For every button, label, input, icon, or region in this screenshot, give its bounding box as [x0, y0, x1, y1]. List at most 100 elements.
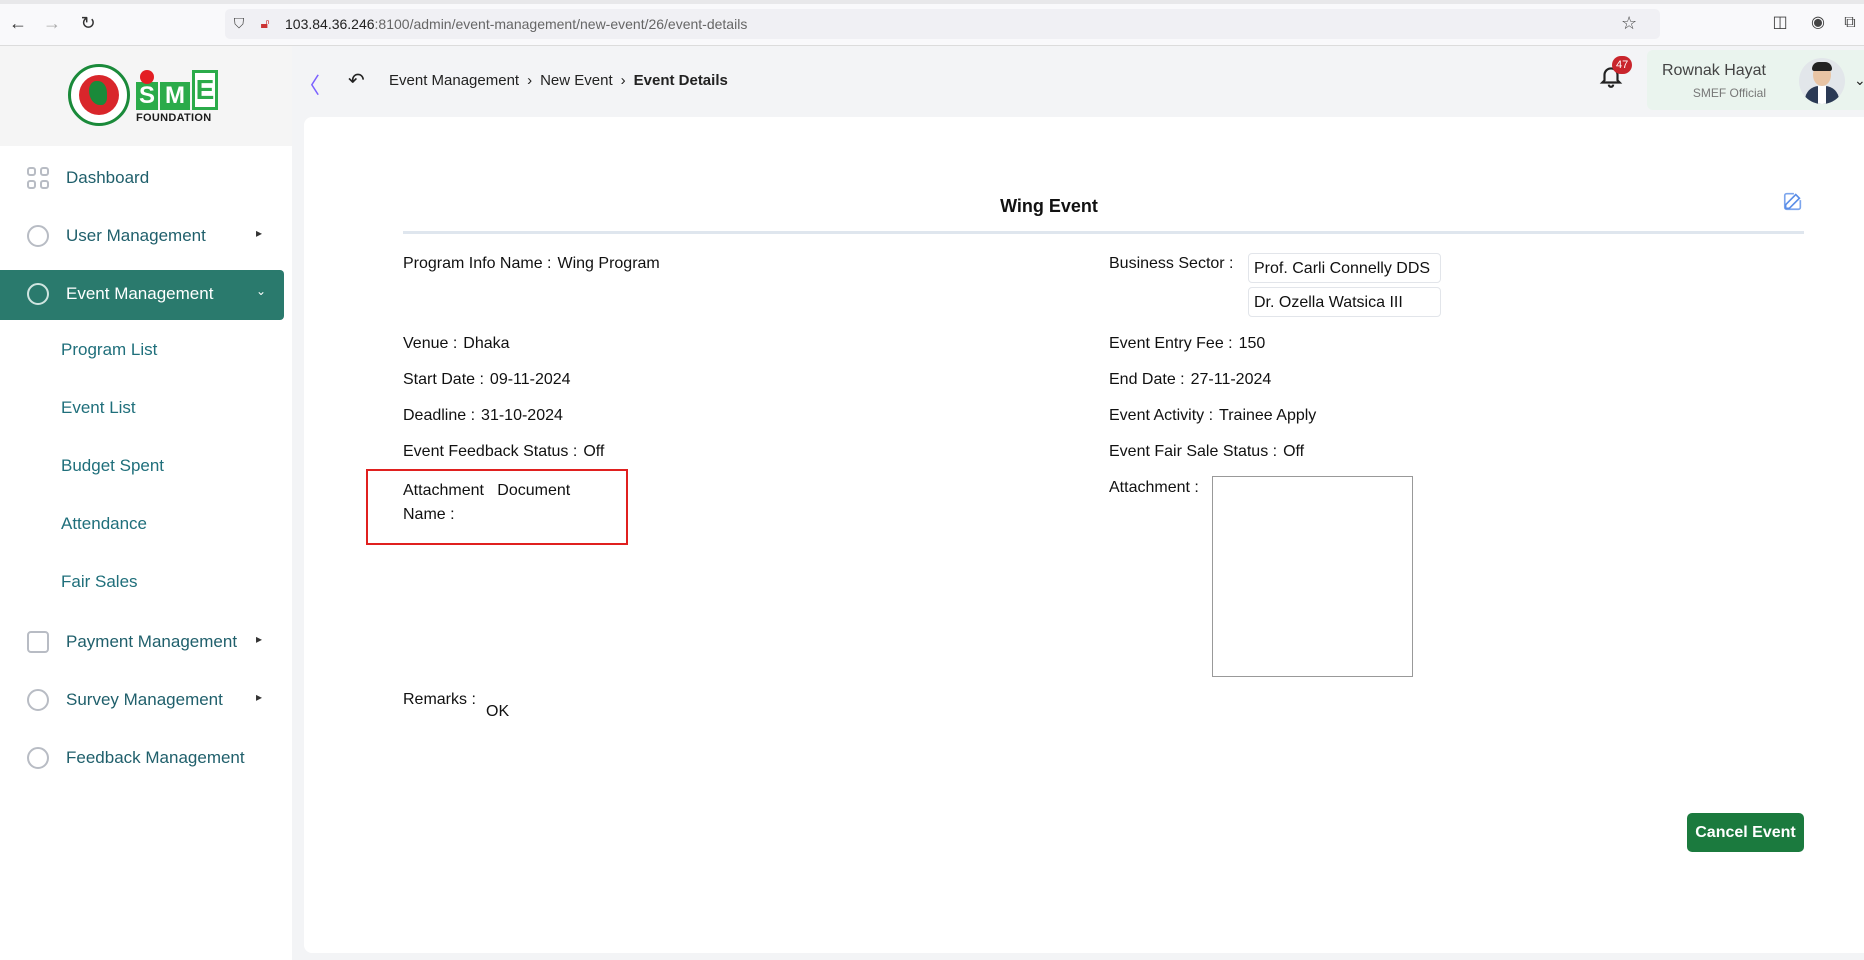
user-name: Rownak Hayat	[1661, 62, 1766, 79]
back-arrow-icon[interactable]: ←	[8, 13, 28, 33]
end-date-field: End Date : 27-11-2024	[1109, 371, 1271, 389]
field-label: Event Entry Fee :	[1109, 335, 1233, 352]
field-value: 27-11-2024	[1190, 371, 1272, 388]
url-text[interactable]: 103.84.36.246:8100/admin/event-managemen…	[285, 16, 747, 32]
forward-arrow-icon[interactable]: →	[42, 13, 62, 33]
pie-chart-icon	[27, 689, 49, 711]
browser-toolbar: ← → ↻ ⛉ 🔓︎ 103.84.36.246:8100/admin/even…	[0, 0, 1864, 46]
reload-icon[interactable]: ↻	[78, 13, 98, 33]
user-shield-icon	[27, 225, 49, 247]
feedback-icon	[27, 747, 49, 769]
shield-icon[interactable]: ⛉	[231, 15, 247, 31]
chevron-down-icon[interactable]: ⌄	[1854, 72, 1864, 89]
sidebar-subitem-attendance[interactable]: Attendance	[0, 502, 284, 546]
url-host: 103.84.36.246	[285, 16, 375, 32]
sidebar-item-user-management[interactable]: User Management ▸	[0, 212, 284, 260]
sidebar-item-feedback-management[interactable]: Feedback Management	[0, 734, 284, 782]
sidebar-item-survey-management[interactable]: Survey Management ▸	[0, 676, 284, 724]
sidebar-item-label: Event Management	[66, 284, 214, 303]
remarks-value: OK	[486, 703, 510, 720]
sidebar-subitem-label: Event List	[61, 398, 136, 417]
field-value: 31-10-2024	[481, 407, 563, 424]
sidebar-item-label: Dashboard	[66, 168, 150, 187]
business-sector-tag: Prof. Carli Connelly DDS	[1248, 253, 1441, 283]
cancel-event-button[interactable]: Cancel Event	[1687, 813, 1804, 852]
field-value: 150	[1238, 335, 1266, 352]
breadcrumb-item[interactable]: Event Management	[389, 72, 519, 89]
bookmark-star-icon[interactable]: ☆	[1621, 14, 1637, 32]
address-bar[interactable]: ⛉ 🔓︎ 103.84.36.246:8100/admin/event-mana…	[225, 9, 1660, 39]
event-details-card: Wing Event Program Info Name : Wing Progr…	[304, 117, 1864, 953]
feedback-status-field: Event Feedback Status : Off	[403, 443, 604, 461]
chevron-right-icon: ▸	[256, 632, 263, 646]
sidebar-subitem-label: Budget Spent	[61, 456, 165, 475]
chevron-right-icon: ›	[527, 72, 533, 89]
url-path: :8100/admin/event-management/new-event/2…	[374, 16, 748, 32]
sidebar: SME FOUNDATION Dashboard User Management…	[0, 46, 292, 960]
user-menu[interactable]: Rownak Hayat SMEF Official ⌄	[1647, 50, 1864, 110]
breadcrumb: Event Management › New Event › Event Details	[389, 72, 728, 89]
sidebar-subitem-label: Program List	[61, 340, 158, 359]
payment-icon	[27, 631, 49, 653]
sidebar-item-label: User Management	[66, 226, 206, 245]
field-value: Off	[1283, 443, 1305, 460]
sidebar-item-event-management[interactable]: Event Management ⌄	[0, 270, 284, 320]
sidebar-subitem-label: Fair Sales	[61, 572, 138, 591]
sidebar-item-label: Survey Management	[66, 690, 223, 709]
business-sector-tag: Dr. Ozella Watsica III	[1248, 287, 1441, 317]
sidebar-subitem-fair-sales[interactable]: Fair Sales	[0, 560, 284, 604]
sidebar-item-label: Payment Management	[66, 632, 238, 651]
event-lock-icon	[27, 283, 49, 305]
field-label: Venue :	[403, 335, 458, 352]
chevron-right-icon: ▸	[256, 226, 263, 240]
user-role: SMEF Official	[1692, 86, 1766, 100]
chevron-right-icon: ▸	[256, 690, 263, 704]
logo-foundation-text: FOUNDATION	[136, 112, 212, 124]
event-activity-field: Event Activity : Trainee Apply	[1109, 407, 1316, 425]
field-value: Wing Program	[557, 255, 660, 272]
sidebar-subitem-budget-spent[interactable]: Budget Spent	[0, 444, 284, 488]
field-label: End Date :	[1109, 371, 1185, 388]
fair-sale-status-field: Event Fair Sale Status : Off	[1109, 443, 1304, 461]
insecure-lock-icon[interactable]: 🔓︎	[257, 15, 273, 31]
field-value: Trainee Apply	[1219, 407, 1317, 424]
program-info-field: Program Info Name : Wing Program	[403, 255, 660, 273]
tab-strip	[0, 0, 1864, 4]
chevron-right-icon: ›	[620, 72, 626, 89]
pocket-icon[interactable]: ◫	[1770, 13, 1790, 33]
sidebar-item-payment-management[interactable]: Payment Management ▸	[0, 618, 284, 666]
venue-field: Venue : Dhaka	[403, 335, 510, 353]
back-undo-icon[interactable]: ↶	[348, 68, 365, 93]
highlight-annotation-box	[366, 469, 628, 545]
edit-icon[interactable]	[1782, 190, 1804, 212]
chevron-down-icon: ⌄	[256, 284, 267, 298]
title-divider	[403, 231, 1804, 234]
sidebar-item-dashboard[interactable]: Dashboard	[0, 154, 284, 202]
entry-fee-field: Event Entry Fee : 150	[1109, 335, 1265, 353]
breadcrumb-current: Event Details	[633, 72, 728, 89]
breadcrumb-item[interactable]: New Event	[540, 72, 613, 89]
field-label: Start Date :	[403, 371, 484, 388]
field-label: Event Activity :	[1109, 407, 1214, 424]
government-emblem-icon	[68, 64, 130, 126]
attachment-label: Attachment :	[1109, 479, 1199, 496]
sidebar-subitem-event-list[interactable]: Event List	[0, 386, 284, 430]
field-label: Deadline :	[403, 407, 476, 424]
attachment-preview[interactable]	[1212, 476, 1413, 677]
collapse-sidebar-icon[interactable]: 〈	[298, 68, 320, 100]
field-label: Program Info Name :	[403, 255, 552, 272]
extensions-icon[interactable]: ⧉	[1840, 13, 1860, 33]
sidebar-subitem-program-list[interactable]: Program List	[0, 328, 284, 372]
field-value: Off	[583, 443, 605, 460]
remarks-label: Remarks :	[403, 691, 476, 708]
page-title: Wing Event	[1000, 196, 1098, 216]
account-icon[interactable]: ◉	[1808, 13, 1828, 33]
notification-badge: 47	[1612, 56, 1633, 74]
sidebar-item-label: Feedback Management	[66, 748, 245, 767]
start-date-field: Start Date : 09-11-2024	[403, 371, 571, 389]
field-value: Dhaka	[463, 335, 510, 352]
field-label: Event Feedback Status :	[403, 443, 578, 460]
logo[interactable]: SME FOUNDATION	[0, 46, 292, 146]
sme-logo: SME	[136, 70, 218, 110]
field-label: Event Fair Sale Status :	[1109, 443, 1278, 460]
